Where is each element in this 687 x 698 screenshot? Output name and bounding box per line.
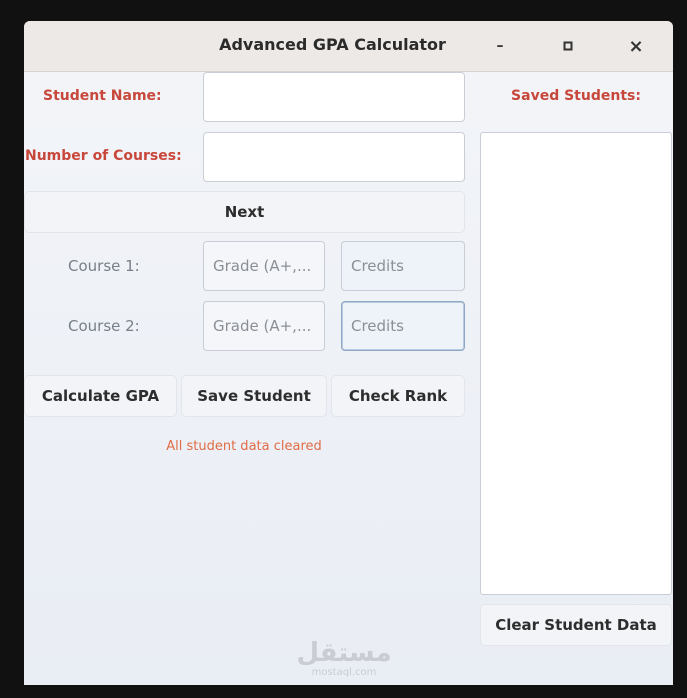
student-name-field[interactable]: [203, 72, 465, 122]
clear-student-data-button[interactable]: Clear Student Data: [480, 604, 672, 646]
course-2-label: Course 2:: [68, 317, 140, 335]
maximize-glyph: [563, 41, 573, 51]
course-1-credits-field[interactable]: [341, 241, 465, 291]
courses-count-label: Number of Courses:: [25, 148, 182, 164]
course-1-credits-input[interactable]: [342, 242, 464, 290]
window-title: Advanced GPA Calculator: [219, 35, 446, 54]
save-student-button[interactable]: Save Student: [181, 375, 327, 417]
courses-count-input[interactable]: [204, 133, 464, 181]
watermark-domain: mostaql.com: [311, 667, 377, 678]
maximize-icon[interactable]: [555, 33, 581, 59]
calculate-gpa-button[interactable]: Calculate GPA: [24, 375, 177, 417]
course-1-grade-input[interactable]: [204, 242, 324, 290]
student-name-label: Student Name:: [43, 88, 162, 104]
saved-students-title: Saved Students:: [511, 88, 641, 104]
saved-students-list[interactable]: [480, 132, 672, 595]
close-icon[interactable]: ×: [623, 33, 649, 59]
student-name-input[interactable]: [204, 73, 464, 121]
course-2-grade-input[interactable]: [204, 302, 324, 350]
course-2-credits-input[interactable]: [342, 302, 464, 350]
course-2-grade-field[interactable]: [203, 301, 325, 351]
minimize-icon[interactable]: –: [487, 33, 513, 59]
courses-count-field[interactable]: [203, 132, 465, 182]
title-bar: Advanced GPA Calculator – ×: [24, 21, 673, 72]
status-message: All student data cleared: [166, 439, 322, 454]
app-window: Advanced GPA Calculator – × Student Name…: [24, 21, 673, 685]
course-1-label: Course 1:: [68, 257, 140, 275]
course-2-credits-field[interactable]: [341, 301, 465, 351]
check-rank-button[interactable]: Check Rank: [331, 375, 465, 417]
course-1-grade-field[interactable]: [203, 241, 325, 291]
watermark: مستقل mostaql.com: [264, 639, 424, 679]
next-button[interactable]: Next: [24, 191, 465, 233]
watermark-logo: مستقل: [296, 638, 392, 668]
